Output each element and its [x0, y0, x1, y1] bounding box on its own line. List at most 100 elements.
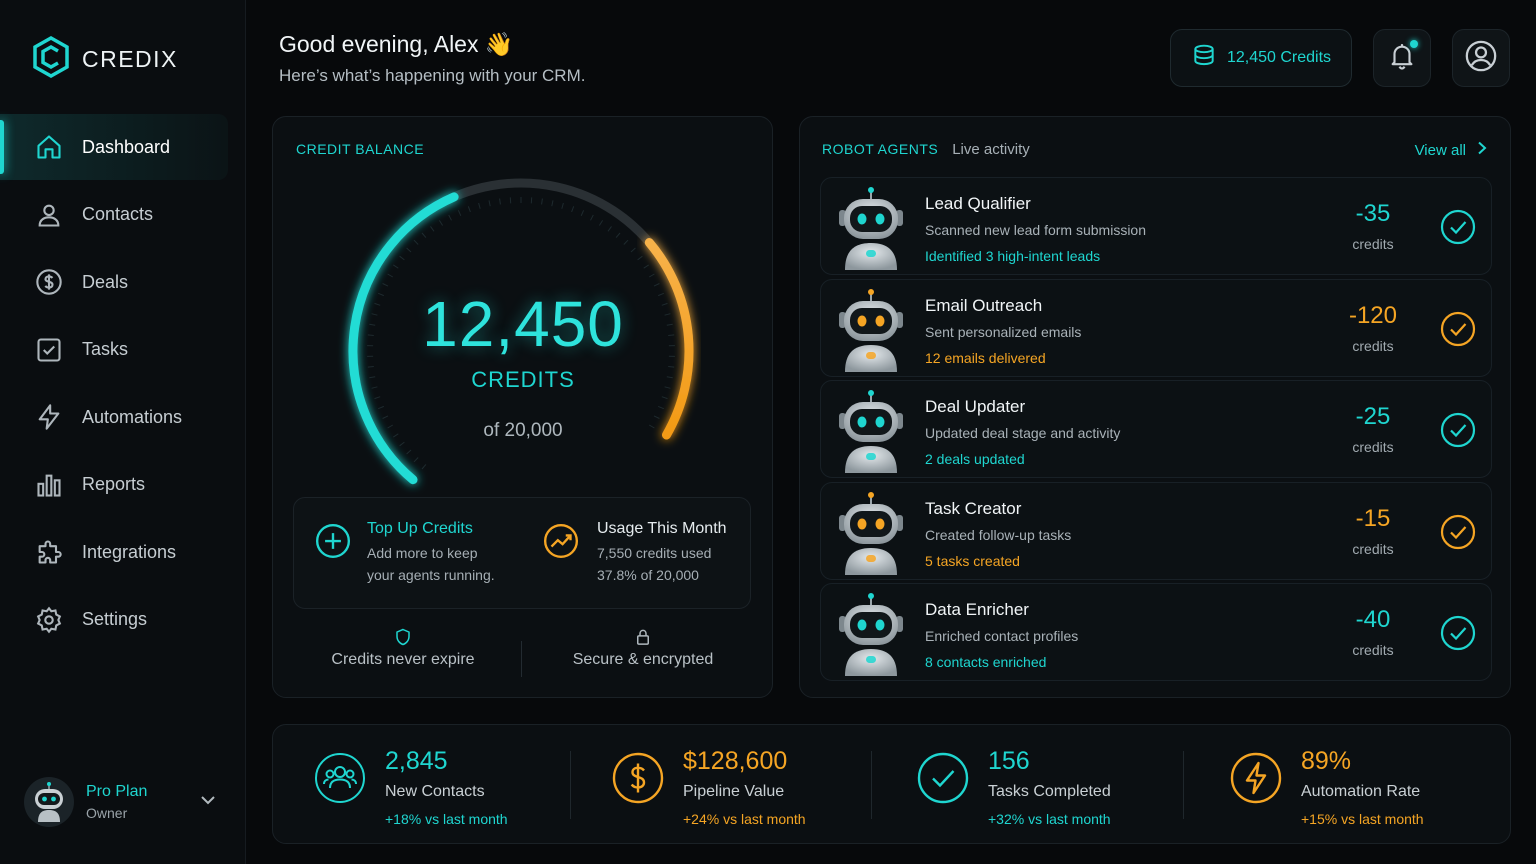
usage-line2: 37.8% of 20,000	[597, 567, 699, 583]
top-up-title[interactable]: Top Up Credits	[367, 520, 495, 538]
sidebar-item-automations[interactable]: Automations	[0, 384, 246, 450]
stats-bar: 2,845 New Contacts +18% vs last month $1…	[272, 724, 1511, 844]
gauge-tick	[648, 273, 655, 278]
credits-pill[interactable]: 12,450 Credits	[1170, 29, 1352, 87]
lightning-icon	[1229, 751, 1283, 805]
sidebar-item-label: Integrations	[82, 541, 177, 562]
gauge-tick	[387, 273, 394, 278]
view-all-link[interactable]: View all	[1415, 141, 1488, 159]
sidebar-item-settings[interactable]: Settings	[0, 587, 246, 653]
gauge-tick	[378, 405, 384, 410]
user-icon	[34, 200, 64, 230]
robot-icon	[835, 491, 907, 575]
agent-row[interactable]: Deal Updater Updated deal stage and acti…	[820, 380, 1492, 478]
divider	[570, 751, 571, 819]
gauge-tick	[561, 202, 564, 209]
sidebar-item-label: Tasks	[82, 339, 129, 359]
gauge-tick	[467, 206, 471, 213]
lightning-icon	[34, 402, 64, 432]
agent-row[interactable]: Data Enricher Enriched contact profiles …	[820, 583, 1492, 681]
stat-item: 156 Tasks Completed +32% vs last month	[916, 745, 1176, 845]
robot-agents-card: ROBOT AGENTS Live activity View all Lead…	[799, 116, 1511, 698]
credit-balance-value: 12,450	[422, 288, 624, 360]
gauge-tick	[399, 255, 405, 261]
gauge-tick	[457, 210, 462, 216]
sidebar-item-label: Contacts	[82, 204, 154, 224]
agent-row[interactable]: Lead Qualifier Scanned new lead form sub…	[820, 177, 1492, 275]
plus-circle-icon[interactable]	[314, 522, 352, 565]
agent-credit-unit: credits	[1352, 439, 1394, 455]
gauge-tick	[413, 457, 419, 463]
sidebar-item-dashboard[interactable]: Dashboard	[0, 114, 228, 180]
never-expire-note: Credits never expire	[288, 627, 518, 669]
gauge-tick	[413, 239, 419, 245]
stat-delta: +24% vs last month	[683, 811, 806, 827]
agent-credit-unit: credits	[1352, 642, 1394, 658]
sidebar-item-contacts[interactable]: Contacts	[0, 182, 246, 248]
brand-name: CREDIX	[82, 46, 178, 72]
sidebar-item-deals[interactable]: Deals	[0, 249, 246, 315]
secure-note: Secure & encrypted	[528, 627, 758, 669]
credit-info-box: Top Up Credits Add more to keep your age…	[293, 497, 751, 609]
gauge-tick	[499, 198, 501, 205]
agent-description: Scanned new lead form submission	[925, 222, 1147, 238]
agent-name: Deal Updater	[925, 397, 1026, 416]
agent-name: Email Outreach	[925, 295, 1043, 315]
dollar-icon	[611, 751, 665, 805]
gauge-tick	[406, 449, 412, 455]
stat-delta: +15% vs last month	[1301, 811, 1424, 827]
agent-row[interactable]: Task Creator Created follow-up tasks 5 t…	[820, 481, 1492, 580]
credit-balance-card: CREDIT BALANCE 12,450 CREDITS of 20,000 …	[272, 116, 773, 698]
sidebar-item-tasks[interactable]: Tasks	[0, 317, 246, 383]
logo-icon	[32, 35, 70, 83]
gauge-tick	[448, 214, 452, 221]
chevron-right-icon	[1476, 141, 1488, 159]
stat-value: 89%	[1301, 747, 1352, 775]
gauge-tick	[541, 198, 543, 205]
stat-value: $128,600	[683, 747, 788, 775]
gauge-tick	[430, 226, 435, 232]
agent-row[interactable]: Email Outreach Sent personalized emails …	[820, 278, 1492, 377]
plan-role: Owner	[86, 805, 128, 821]
profile-button[interactable]	[1452, 29, 1510, 87]
agent-credit-unit: credits	[1352, 540, 1394, 557]
plan-name: Pro Plan	[86, 783, 148, 800]
stat-item: 2,845 New Contacts +18% vs last month	[313, 745, 573, 845]
credit-balance-unit: CREDITS	[471, 367, 575, 392]
gauge-tick	[598, 220, 604, 226]
stat-delta: +18% vs last month	[385, 811, 508, 827]
check-circle-icon	[1439, 310, 1477, 348]
sidebar-item-label: Reports	[82, 474, 146, 494]
gauge-tick	[615, 232, 621, 238]
agent-credit-cost: -25	[1355, 403, 1391, 430]
agents-header: ROBOT AGENTS Live activity	[822, 141, 1030, 158]
sidebar-item-label: Dashboard	[82, 136, 171, 157]
sidebar-item-label: Automations	[82, 406, 183, 427]
gauge-tick	[438, 220, 444, 226]
agents-sublabel: Live activity	[952, 141, 1030, 158]
agent-result: 5 tasks created	[925, 552, 1020, 569]
top-up-line2: your agents running.	[367, 567, 495, 583]
usage-line1: 7,550 credits used	[597, 545, 712, 561]
sidebar-item-reports[interactable]: Reports	[0, 452, 246, 518]
puzzle-icon	[34, 537, 64, 567]
divider	[1183, 751, 1184, 819]
gauge-tick	[382, 283, 389, 287]
gauge-tick	[393, 264, 399, 269]
plan-switcher[interactable]: Pro Plan Owner	[24, 776, 224, 828]
top-up-section[interactable]: Top Up Credits Add more to keep your age…	[367, 520, 495, 586]
robot-icon	[835, 288, 907, 372]
robot-icon	[835, 186, 907, 270]
gauge-tick	[382, 415, 389, 419]
stat-value: 156	[988, 747, 1030, 775]
home-icon	[34, 132, 64, 162]
brand[interactable]: CREDIX	[32, 35, 178, 83]
chevron-down-icon[interactable]	[198, 790, 218, 815]
sidebar-item-integrations[interactable]: Integrations	[0, 519, 246, 585]
gauge-tick	[653, 415, 660, 419]
gauge-tick	[658, 405, 664, 410]
divider	[871, 751, 872, 819]
robot-icon	[835, 592, 907, 676]
notifications-button[interactable]	[1373, 29, 1431, 87]
gauge-tick	[399, 441, 405, 447]
